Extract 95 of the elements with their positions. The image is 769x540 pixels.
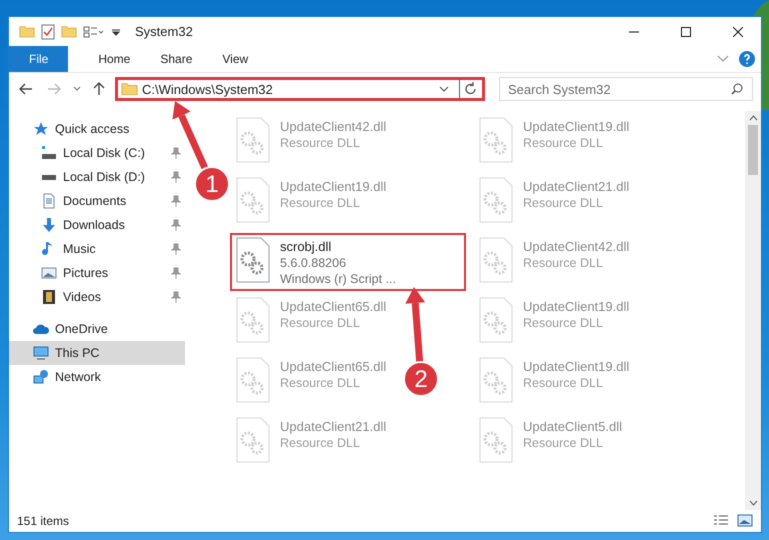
window-title: System32: [135, 24, 194, 39]
sidebar-item[interactable]: Network: [9, 365, 185, 389]
film-icon: [41, 289, 57, 305]
picture-icon: [41, 265, 57, 281]
new-folder-icon: [61, 25, 77, 38]
file-gears-icon: [236, 237, 270, 283]
drive-icon: [41, 174, 57, 180]
close-icon: [733, 26, 743, 36]
file-detail: Resource DLL: [523, 136, 604, 150]
pin-icon[interactable]: [171, 267, 181, 279]
sidebar-item[interactable]: This PC: [9, 341, 185, 365]
file-gears-icon: [479, 177, 513, 223]
file-gears-icon: [479, 117, 513, 163]
ribbon-tab[interactable]: View: [207, 46, 264, 72]
file-detail: Resource DLL: [280, 436, 361, 450]
file-name: UpdateClient19.dll: [523, 119, 630, 134]
sidebar-item[interactable]: Quick access: [9, 117, 185, 141]
file-name: UpdateClient5.dll: [523, 419, 622, 434]
step-badge: 2: [403, 361, 439, 397]
sidebar-item[interactable]: OneDrive: [9, 317, 185, 341]
file-gears-icon: [479, 297, 513, 343]
sidebar-item[interactable]: Local Disk (C:): [9, 141, 185, 165]
file-name: UpdateClient19.dll: [523, 299, 630, 314]
file-item[interactable]: scrobj.dll 5.6.0.88206 Windows (r) Script ...: [230, 233, 466, 291]
file-gears-icon: [479, 417, 513, 463]
file-name: scrobj.dll: [280, 239, 332, 254]
list-view-icon[interactable]: [83, 24, 105, 38]
file-gears-icon: [236, 357, 270, 403]
scroll-thumb[interactable]: [748, 125, 758, 175]
file-detail: Windows (r) Script ...: [280, 272, 396, 286]
file-name: UpdateClient19.dll: [280, 179, 386, 194]
file-gears-icon: [236, 117, 270, 163]
file-name: UpdateClient42.dll: [280, 119, 386, 134]
file-detail: Resource DLL: [523, 436, 604, 450]
file-detail: 5.6.0.88206: [280, 256, 348, 270]
file-menu-button[interactable]: File: [9, 46, 68, 72]
document-icon: [41, 193, 57, 209]
pin-icon[interactable]: [171, 219, 181, 231]
pin-icon[interactable]: [171, 147, 181, 159]
pin-icon[interactable]: [171, 243, 181, 255]
file-detail: Resource DLL: [280, 316, 361, 330]
item-count: 151 items: [17, 514, 70, 528]
back-icon[interactable]: [19, 83, 33, 95]
sidebar-item[interactable]: Local Disk (D:): [9, 165, 185, 189]
chevron-down-icon[interactable]: [73, 86, 81, 92]
file-gears-icon: [479, 237, 513, 283]
monitor-icon: [33, 345, 49, 361]
file-gears-icon: [236, 177, 270, 223]
file-gears-icon: [236, 417, 270, 463]
scrollbar[interactable]: [745, 111, 761, 510]
dropdown-caret-icon[interactable]: [111, 26, 121, 36]
file-name: UpdateClient21.dll: [523, 179, 630, 194]
network-icon: [33, 369, 49, 385]
address-field[interactable]: C:\Windows\System32: [115, 77, 485, 101]
sidebar-item[interactable]: Pictures: [9, 261, 185, 285]
sidebar-item[interactable]: Documents: [9, 189, 185, 213]
sidebar-item[interactable]: Videos: [9, 285, 185, 309]
file-name: UpdateClient42.dll: [523, 239, 630, 254]
file-name: UpdateClient65.dll: [280, 299, 386, 314]
file-name: UpdateClient21.dll: [280, 419, 386, 434]
maximize-icon: [681, 26, 691, 36]
search-icon[interactable]: [731, 83, 743, 95]
file-gears-icon: [479, 357, 513, 403]
scroll-up-icon[interactable]: [748, 115, 758, 121]
scroll-down-icon[interactable]: [748, 500, 758, 506]
expand-ribbon-icon[interactable]: [717, 55, 729, 63]
up-arrow-icon[interactable]: [93, 82, 105, 96]
help-icon[interactable]: [739, 51, 755, 67]
file-gears-icon: [236, 297, 270, 343]
sidebar-item[interactable]: Downloads: [9, 213, 185, 237]
file-detail: Resource DLL: [523, 316, 604, 330]
file-name: UpdateClient65.dll: [280, 359, 386, 374]
search-field[interactable]: Search System32: [499, 77, 753, 101]
file-detail: Resource DLL: [280, 196, 361, 210]
folder-icon: [121, 82, 138, 96]
ribbon-tab[interactable]: Share: [145, 46, 208, 72]
drive-icon: [41, 145, 57, 161]
star-icon: [33, 121, 49, 137]
step-badge: 1: [194, 166, 230, 202]
file-detail: Resource DLL: [280, 136, 361, 150]
pin-icon[interactable]: [171, 291, 181, 303]
pin-icon[interactable]: [171, 195, 181, 207]
file-detail: Resource DLL: [523, 256, 604, 270]
thumbnail-view-icon[interactable]: [737, 514, 753, 528]
file-detail: Resource DLL: [523, 376, 604, 390]
folder-icon: [19, 25, 35, 38]
file-name: UpdateClient19.dll: [523, 359, 630, 374]
pin-icon[interactable]: [171, 171, 181, 183]
dropdown-caret-icon[interactable]: [439, 86, 449, 92]
ribbon-tab[interactable]: Home: [83, 46, 146, 72]
file-detail: Resource DLL: [523, 196, 604, 210]
download-icon: [41, 217, 57, 233]
properties-icon[interactable]: [41, 24, 55, 40]
file-detail: Resource DLL: [280, 376, 361, 390]
sidebar-item[interactable]: Music: [9, 237, 185, 261]
